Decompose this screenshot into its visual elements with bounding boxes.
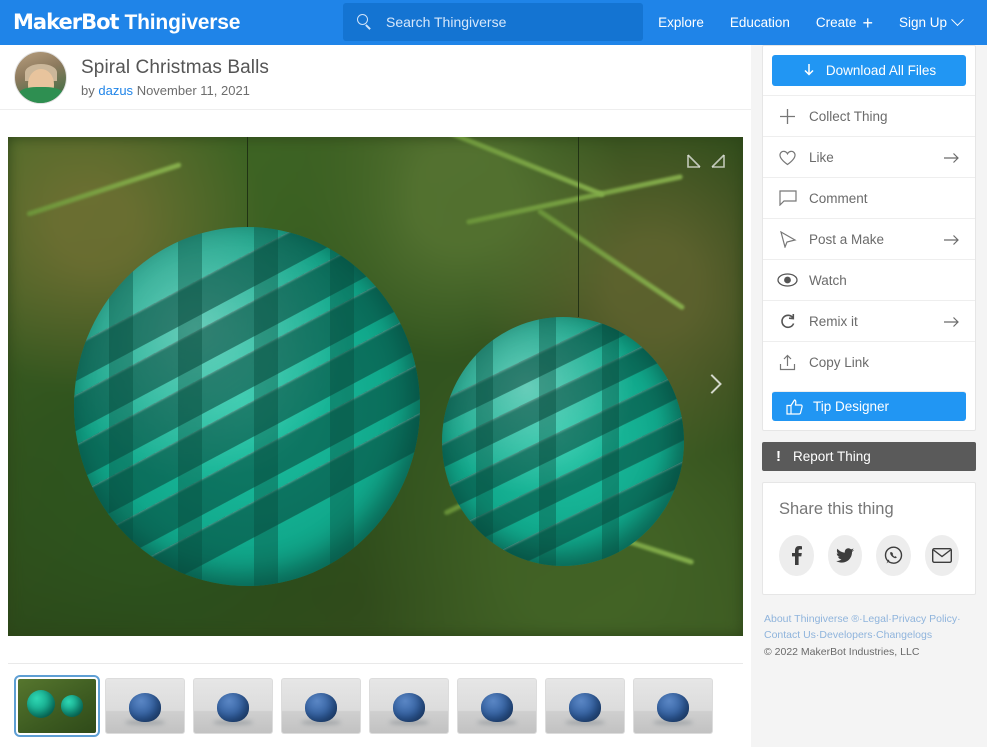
actions-card: Download All Files Collect Thing Like Co… bbox=[762, 45, 976, 431]
thumbnail-item[interactable] bbox=[545, 678, 625, 734]
watch-label: Watch bbox=[809, 272, 847, 288]
thumbnail-item[interactable] bbox=[633, 678, 713, 734]
tip-designer-label: Tip Designer bbox=[813, 399, 890, 414]
avatar[interactable] bbox=[14, 50, 67, 104]
share-card: Share this thing bbox=[762, 482, 976, 595]
main-nav: Explore Education Create + Sign Up bbox=[645, 0, 975, 45]
report-thing-button[interactable]: ! Report Thing bbox=[762, 442, 976, 471]
plus-icon: + bbox=[862, 12, 873, 33]
footer-line-1[interactable]: About Thingiverse ®·Legal·Privacy Policy… bbox=[764, 611, 976, 627]
search-icon bbox=[357, 13, 374, 31]
search-input[interactable] bbox=[386, 14, 616, 30]
main-content: Spiral Christmas Balls by dazus November… bbox=[0, 45, 751, 747]
comment-button[interactable]: Comment bbox=[763, 177, 975, 218]
page-body: Spiral Christmas Balls by dazus November… bbox=[0, 45, 987, 747]
byline: by dazus November 11, 2021 bbox=[81, 83, 269, 98]
search-bar[interactable] bbox=[343, 3, 643, 41]
thumbnail-item[interactable] bbox=[457, 678, 537, 734]
comment-label: Comment bbox=[809, 190, 868, 206]
nav-item-explore[interactable]: Explore bbox=[645, 0, 717, 45]
thumbnail-item[interactable] bbox=[193, 678, 273, 734]
byline-prefix: by bbox=[81, 83, 95, 99]
nav-item-education[interactable]: Education bbox=[717, 0, 803, 45]
ornament-large bbox=[74, 226, 420, 587]
remix-it-label: Remix it bbox=[809, 313, 858, 329]
collect-thing-label: Collect Thing bbox=[809, 108, 888, 124]
chevron-down-icon bbox=[951, 13, 964, 27]
page-title: Spiral Christmas Balls bbox=[81, 56, 270, 78]
thumbnail-item[interactable] bbox=[105, 678, 185, 734]
share-upload-icon bbox=[777, 352, 798, 373]
logo-makerbot: MakerBot bbox=[13, 10, 120, 34]
watch-button[interactable]: Watch bbox=[763, 259, 975, 300]
thumbnail-item[interactable] bbox=[14, 675, 100, 737]
download-label: Download All Files bbox=[825, 63, 937, 78]
nav-label-create: Create bbox=[815, 15, 857, 30]
main-image bbox=[8, 137, 743, 636]
thumbnail-strip bbox=[0, 664, 751, 737]
share-title: Share this thing bbox=[779, 500, 894, 518]
nav-label-explore: Explore bbox=[658, 15, 704, 30]
arrow-right-icon bbox=[944, 315, 960, 327]
pencil-icon bbox=[777, 229, 798, 250]
nav-item-create[interactable]: Create + bbox=[803, 0, 886, 45]
arrow-right-icon bbox=[944, 233, 960, 245]
nav-label-education: Education bbox=[729, 15, 790, 30]
download-arrow-icon bbox=[804, 64, 814, 76]
nav-item-signup[interactable]: Sign Up bbox=[886, 0, 975, 45]
download-all-files-button[interactable]: Download All Files bbox=[772, 55, 966, 86]
logo-thingiverse: Thingiverse bbox=[124, 11, 241, 34]
thumbs-up-icon bbox=[786, 398, 803, 415]
facebook-icon[interactable] bbox=[779, 535, 814, 576]
copy-link-label: Copy Link bbox=[809, 354, 870, 370]
arrow-right-icon bbox=[944, 151, 960, 163]
next-image-button[interactable] bbox=[701, 369, 727, 405]
thumbnail-item[interactable] bbox=[369, 678, 449, 734]
comment-icon bbox=[777, 188, 798, 209]
email-icon[interactable] bbox=[924, 535, 959, 576]
footer-copyright: © 2022 MakerBot Industries, LLC bbox=[764, 645, 920, 658]
sidebar: Download All Files Collect Thing Like Co… bbox=[751, 45, 987, 747]
sidebar-footer: About Thingiverse ®·Legal·Privacy Policy… bbox=[762, 611, 976, 660]
heart-icon bbox=[777, 147, 798, 168]
tip-designer-button[interactable]: Tip Designer bbox=[772, 391, 966, 421]
collect-thing-button[interactable]: Collect Thing bbox=[763, 95, 975, 136]
twitter-icon[interactable] bbox=[827, 535, 862, 576]
whatsapp-icon[interactable] bbox=[876, 535, 911, 576]
report-thing-label: Report Thing bbox=[793, 449, 871, 464]
plus-icon bbox=[777, 106, 798, 127]
image-viewer[interactable] bbox=[8, 137, 743, 636]
like-label: Like bbox=[809, 149, 834, 165]
post-a-make-label: Post a Make bbox=[809, 231, 885, 247]
thumbnail-item[interactable] bbox=[281, 678, 361, 734]
upload-date: November 11, 2021 bbox=[136, 83, 250, 99]
nav-label-signup: Sign Up bbox=[898, 15, 947, 30]
chevron-right-icon bbox=[702, 373, 722, 394]
copy-link-button[interactable]: Copy Link bbox=[763, 341, 975, 382]
eye-icon bbox=[777, 270, 798, 291]
footer-line-2[interactable]: Contact Us·Developers·Changelogs bbox=[764, 627, 976, 643]
exclamation-icon: ! bbox=[776, 448, 781, 465]
expand-icon[interactable] bbox=[686, 153, 726, 179]
remix-icon bbox=[777, 311, 798, 332]
author-link[interactable]: dazus bbox=[98, 83, 133, 98]
like-button[interactable]: Like bbox=[763, 136, 975, 177]
top-header: MakerBotThingiverse Explore Education Cr… bbox=[0, 0, 987, 45]
remix-it-button[interactable]: Remix it bbox=[763, 300, 975, 341]
post-a-make-button[interactable]: Post a Make bbox=[763, 218, 975, 259]
site-logo[interactable]: MakerBot Thingiverse bbox=[13, 10, 240, 35]
share-icon-row bbox=[779, 535, 959, 576]
ornament-small bbox=[441, 316, 685, 567]
thing-header: Spiral Christmas Balls by dazus November… bbox=[0, 45, 751, 110]
